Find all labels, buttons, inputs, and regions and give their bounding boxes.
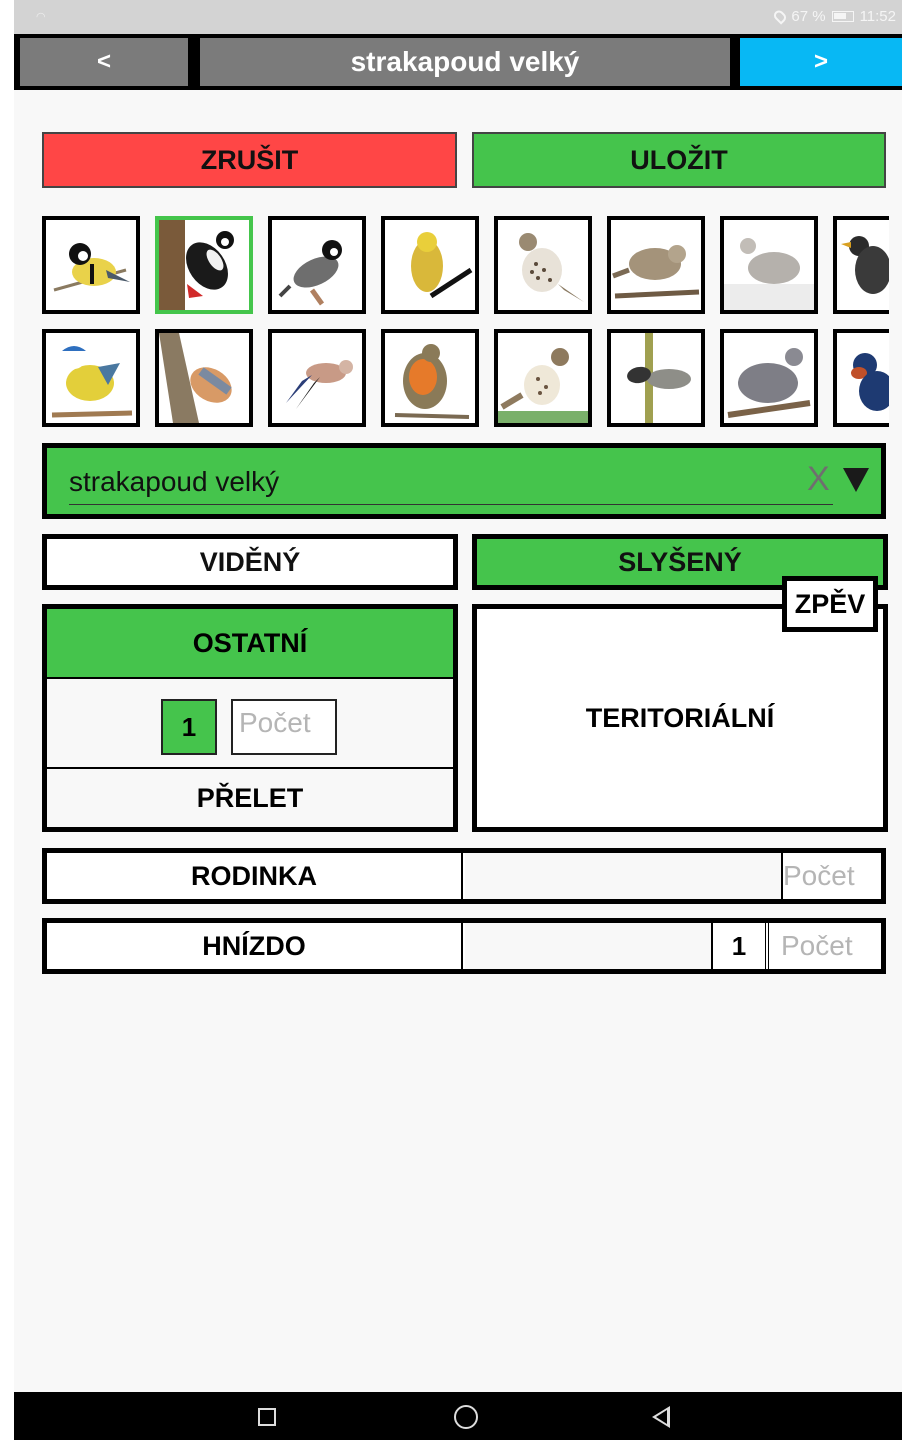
clear-icon[interactable]: X — [807, 460, 830, 499]
cancel-button[interactable]: ZRUŠIT — [42, 132, 457, 188]
other-panel: OSTATNÍ 1 Počet PŘELET — [42, 604, 458, 832]
family-button[interactable]: RODINKA — [47, 853, 463, 899]
species-underline — [69, 504, 833, 505]
location-icon — [772, 8, 789, 25]
bird-coal-tit[interactable] — [268, 216, 366, 314]
blue-tit-icon — [51, 345, 133, 418]
bird-great-tit[interactable] — [42, 216, 140, 314]
song-thrush-icon — [498, 348, 588, 423]
bird-song-thrush[interactable] — [494, 329, 592, 427]
save-button[interactable]: ULOŽIT — [472, 132, 886, 188]
nest-count-value[interactable]: 1 — [711, 923, 765, 969]
battery-percent: 67 % — [791, 8, 826, 25]
species-select[interactable]: strakapoud velký X — [42, 443, 886, 519]
bird-yellowhammer[interactable] — [381, 216, 479, 314]
count-input[interactable]: Počet — [231, 699, 337, 755]
territorial-button[interactable]: TERITORIÁLNÍ — [472, 604, 888, 832]
coal-tit-icon — [278, 240, 342, 306]
count-value-button[interactable]: 1 — [161, 699, 217, 755]
great-tit-icon — [53, 243, 130, 292]
status-bar: ◠ 67 % 11:52 — [14, 0, 902, 34]
bird-collared-dove[interactable] — [720, 216, 818, 314]
mistle-thrush-icon — [519, 233, 584, 302]
nest-row: HNÍZDO 1 Počet — [42, 918, 886, 974]
pigeon-icon — [727, 348, 811, 418]
clock: 11:52 — [859, 8, 896, 25]
bird-jay[interactable] — [268, 329, 366, 427]
battery-icon — [831, 11, 854, 22]
species-value: strakapoud velký — [69, 466, 280, 497]
bird-blue-tit[interactable] — [42, 329, 140, 427]
blackcap-icon — [627, 333, 691, 423]
family-count-input[interactable]: Počet — [781, 853, 881, 899]
robin-icon — [394, 344, 470, 419]
app-screen: ◠ 67 % 11:52 < strakapoud velký > ZRUŠIT… — [14, 0, 902, 1440]
nest-spacer — [465, 923, 711, 969]
redstart-icon — [841, 236, 889, 294]
home-icon[interactable] — [454, 1405, 478, 1429]
bird-common-whitethroat[interactable] — [607, 216, 705, 314]
song-button[interactable]: ZPĚV — [782, 576, 878, 632]
back-icon[interactable] — [652, 1406, 670, 1428]
swallow-icon — [851, 353, 889, 411]
status-right: 67 % 11:52 — [772, 8, 896, 25]
next-species-button[interactable]: > — [740, 38, 902, 86]
nest-count-input[interactable]: Počet — [765, 923, 881, 969]
bird-wood-pigeon[interactable] — [720, 329, 818, 427]
dove-icon — [724, 238, 814, 310]
bird-robin[interactable] — [381, 329, 479, 427]
family-row: RODINKA Počet — [42, 848, 886, 904]
page-title: strakapoud velký — [200, 38, 730, 86]
other-button[interactable]: OSTATNÍ — [47, 609, 453, 677]
bird-great-spotted-woodpecker[interactable] — [155, 216, 253, 314]
whitethroat-icon — [612, 245, 700, 299]
recents-icon[interactable] — [258, 1408, 276, 1426]
bird-black-redstart[interactable] — [833, 216, 889, 314]
bird-nuthatch[interactable] — [155, 329, 253, 427]
seen-button[interactable]: VIDĚNÝ — [42, 534, 458, 590]
nuthatch-icon — [159, 333, 232, 423]
bird-swallow[interactable] — [833, 329, 889, 427]
flyover-button[interactable]: PŘELET — [47, 769, 453, 827]
system-nav-bar — [14, 1392, 902, 1440]
title-bar: < strakapoud velký > — [14, 34, 902, 90]
other-count-row: 1 Počet — [47, 677, 453, 769]
bird-mistle-thrush[interactable] — [494, 216, 592, 314]
family-spacer — [465, 853, 781, 899]
wifi-icon: ◠ — [36, 11, 46, 23]
jay-icon — [286, 360, 353, 409]
nest-button[interactable]: HNÍZDO — [47, 923, 463, 969]
bird-blackcap[interactable] — [607, 329, 705, 427]
woodpecker-icon — [159, 220, 234, 310]
dropdown-arrow-icon[interactable] — [843, 468, 869, 492]
prev-species-button[interactable]: < — [20, 38, 188, 86]
yellowhammer-icon — [411, 232, 473, 299]
